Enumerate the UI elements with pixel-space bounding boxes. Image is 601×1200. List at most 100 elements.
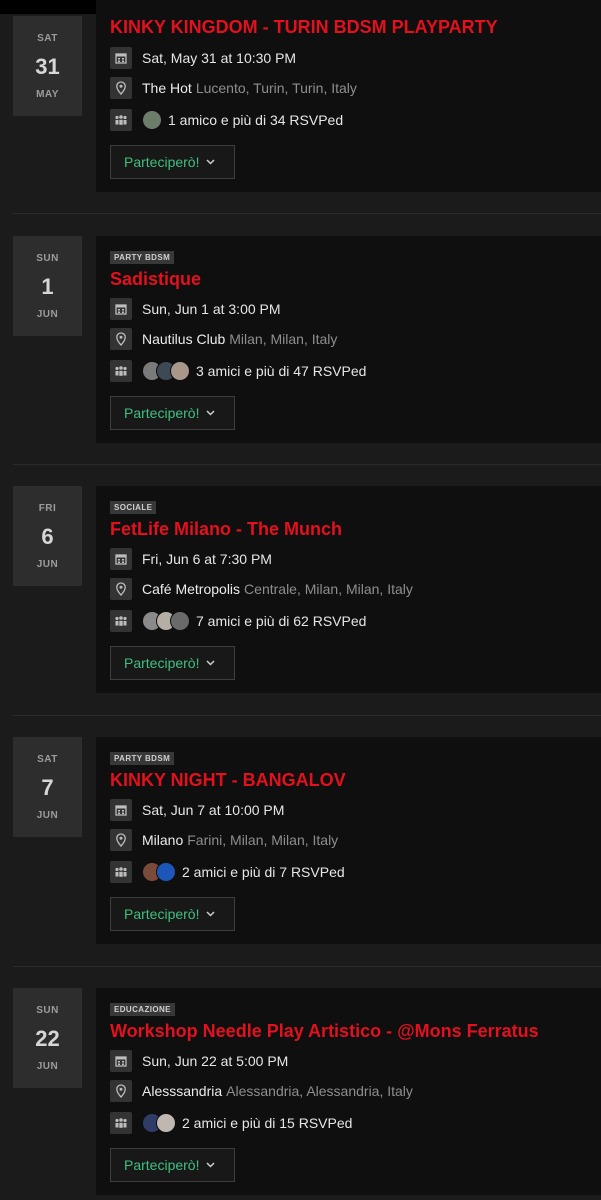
- date-badge: SAT 7 JUN: [13, 737, 82, 837]
- event-title[interactable]: FetLife Milano - The Munch: [110, 519, 342, 540]
- event-rsvp-row: 7 amici e più di 62 RSVPed: [110, 610, 366, 632]
- friend-avatars[interactable]: [142, 611, 190, 631]
- event-datetime: Sat, Jun 7 at 10:00 PM: [142, 802, 285, 818]
- event-item: SUN 22 JUN EDUCAZIONE Workshop Needle Pl…: [0, 988, 601, 1200]
- avatar[interactable]: [142, 110, 162, 130]
- event-datetime-row: Sun, Jun 1 at 3:00 PM: [110, 298, 281, 320]
- event-datetime: Sun, Jun 1 at 3:00 PM: [142, 301, 281, 317]
- category-tag[interactable]: PARTY BDSM: [110, 251, 175, 264]
- divider: [13, 464, 601, 465]
- date-day: 7: [41, 775, 54, 800]
- chevron-down-icon: [206, 157, 216, 167]
- avatar[interactable]: [156, 862, 176, 882]
- avatar[interactable]: [156, 1113, 176, 1133]
- rsvp-count[interactable]: 3 amici e più di 47 RSVPed: [196, 363, 366, 379]
- date-weekday: SUN: [36, 253, 59, 264]
- event-address: Lucento, Turin, Turin, Italy: [195, 80, 357, 96]
- event-rsvp-row: 3 amici e più di 47 RSVPed: [110, 360, 366, 382]
- date-month: JUN: [36, 559, 59, 570]
- chevron-down-icon: [206, 909, 216, 919]
- date-month: MAY: [36, 89, 59, 100]
- map-pin-icon: [110, 829, 132, 851]
- date-weekday: SAT: [37, 33, 58, 44]
- rsvp-count[interactable]: 2 amici e più di 15 RSVPed: [182, 1115, 352, 1131]
- friend-avatars[interactable]: [142, 1113, 176, 1133]
- event-venue[interactable]: Nautilus Club: [142, 331, 225, 347]
- event-location-row: Café Metropolis Centrale, Milan, Milan, …: [110, 578, 413, 600]
- date-badge: FRI 6 JUN: [13, 486, 82, 586]
- rsvp-button-label: Parteciperò!: [124, 1157, 200, 1173]
- event-item: SAT 7 JUN PARTY BDSM KINKY NIGHT - BANGA…: [0, 737, 601, 965]
- rsvp-button-label: Parteciperò!: [124, 405, 200, 421]
- people-icon: [110, 861, 132, 883]
- friend-avatars[interactable]: [142, 110, 162, 130]
- friend-avatars[interactable]: [142, 361, 190, 381]
- date-badge: SUN 22 JUN: [13, 988, 82, 1088]
- event-rsvp-row: 1 amico e più di 34 RSVPed: [110, 109, 343, 131]
- category-tag[interactable]: EDUCAZIONE: [110, 1003, 175, 1016]
- event-address: Alessandria, Alessandria, Italy: [226, 1083, 413, 1099]
- rsvp-count[interactable]: 1 amico e più di 34 RSVPed: [168, 112, 343, 128]
- divider: [13, 213, 601, 214]
- event-title[interactable]: KINKY KINGDOM - TURIN BDSM PLAYPARTY: [110, 17, 498, 38]
- rsvp-count[interactable]: 2 amici e più di 7 RSVPed: [182, 864, 345, 880]
- event-location-row: Nautilus Club Milan, Milan, Italy: [110, 328, 337, 350]
- calendar-icon: [110, 799, 132, 821]
- rsvp-button[interactable]: Parteciperò!: [110, 897, 235, 931]
- event-card: PARTY BDSM Sadistique Sun, Jun 1 at 3:00…: [96, 236, 601, 443]
- event-rsvp-row: 2 amici e più di 7 RSVPed: [110, 861, 345, 883]
- event-title[interactable]: KINKY NIGHT - BANGALOV: [110, 770, 346, 791]
- date-weekday: SAT: [37, 754, 58, 765]
- date-weekday: SUN: [36, 1005, 59, 1016]
- date-month: JUN: [36, 810, 59, 821]
- event-venue[interactable]: Alesssandria: [142, 1083, 222, 1099]
- calendar-icon: [110, 47, 132, 69]
- event-location-row: Milano Farini, Milan, Milan, Italy: [110, 829, 338, 851]
- map-pin-icon: [110, 578, 132, 600]
- rsvp-button-label: Parteciperò!: [124, 906, 200, 922]
- event-datetime-row: Fri, Jun 6 at 7:30 PM: [110, 548, 272, 570]
- event-title[interactable]: Workshop Needle Play Artistico - @Mons F…: [110, 1021, 539, 1042]
- date-badge: SUN 1 JUN: [13, 236, 82, 336]
- event-location-row: The Hot Lucento, Turin, Turin, Italy: [110, 77, 357, 99]
- event-address: Milan, Milan, Italy: [229, 331, 338, 347]
- people-icon: [110, 360, 132, 382]
- event-item: SAT 31 MAY KINKY KINGDOM - TURIN BDSM PL…: [0, 0, 601, 214]
- event-venue[interactable]: The Hot: [142, 80, 192, 96]
- date-day: 22: [35, 1026, 60, 1051]
- rsvp-count[interactable]: 7 amici e più di 62 RSVPed: [196, 613, 366, 629]
- avatar[interactable]: [170, 611, 190, 631]
- category-tag[interactable]: SOCIALE: [110, 501, 157, 514]
- map-pin-icon: [110, 1080, 132, 1102]
- event-card: EDUCAZIONE Workshop Needle Play Artistic…: [96, 988, 601, 1195]
- friend-avatars[interactable]: [142, 862, 176, 882]
- map-pin-icon: [110, 328, 132, 350]
- event-card: SOCIALE FetLife Milano - The Munch Fri, …: [96, 486, 601, 693]
- date-day: 31: [35, 54, 60, 79]
- event-datetime: Fri, Jun 6 at 7:30 PM: [142, 551, 272, 567]
- chevron-down-icon: [206, 1160, 216, 1170]
- avatar[interactable]: [170, 361, 190, 381]
- people-icon: [110, 610, 132, 632]
- rsvp-button[interactable]: Parteciperò!: [110, 1148, 235, 1182]
- event-item: SUN 1 JUN PARTY BDSM Sadistique Sun, Jun…: [0, 236, 601, 464]
- date-day: 1: [41, 274, 54, 299]
- people-icon: [110, 109, 132, 131]
- event-datetime-row: Sat, May 31 at 10:30 PM: [110, 47, 296, 69]
- chevron-down-icon: [206, 658, 216, 668]
- people-icon: [110, 1112, 132, 1134]
- category-tag[interactable]: PARTY BDSM: [110, 752, 175, 765]
- rsvp-button-label: Parteciperò!: [124, 154, 200, 170]
- event-venue[interactable]: Café Metropolis: [142, 581, 240, 597]
- event-datetime: Sat, May 31 at 10:30 PM: [142, 50, 297, 66]
- event-item: FRI 6 JUN SOCIALE FetLife Milano - The M…: [0, 486, 601, 714]
- event-title[interactable]: Sadistique: [110, 269, 201, 290]
- event-datetime: Sun, Jun 22 at 5:00 PM: [142, 1053, 289, 1069]
- divider: [13, 715, 601, 716]
- event-card: KINKY KINGDOM - TURIN BDSM PLAYPARTY Sat…: [96, 0, 601, 192]
- date-month: JUN: [36, 1061, 59, 1072]
- rsvp-button[interactable]: Parteciperò!: [110, 396, 235, 430]
- event-venue[interactable]: Milano: [142, 832, 183, 848]
- rsvp-button[interactable]: Parteciperò!: [110, 145, 235, 179]
- rsvp-button[interactable]: Parteciperò!: [110, 646, 235, 680]
